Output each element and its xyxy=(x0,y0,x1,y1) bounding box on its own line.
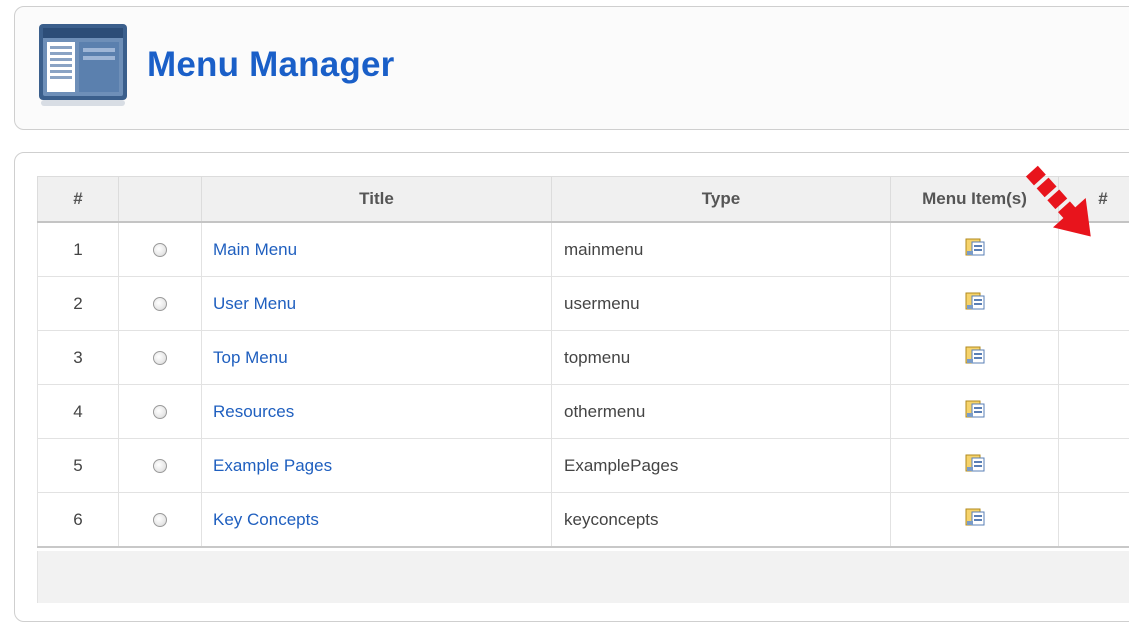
menu-type: mainmenu xyxy=(552,222,891,277)
row-extra-cell xyxy=(1059,331,1129,385)
row-select-radio[interactable] xyxy=(153,459,167,473)
row-select-radio[interactable] xyxy=(153,243,167,257)
column-header-type[interactable]: Type xyxy=(552,177,891,223)
menu-title-link[interactable]: User Menu xyxy=(213,294,296,313)
menu-type: topmenu xyxy=(552,331,891,385)
table-row: 5 Example Pages ExamplePages xyxy=(38,439,1129,493)
menu-type: keyconcepts xyxy=(552,493,891,548)
table-header-row: # Title Type Menu Item(s) # xyxy=(38,177,1129,223)
table-row: 4 Resources othermenu xyxy=(38,385,1129,439)
menu-title-link[interactable]: Top Menu xyxy=(213,348,288,367)
row-extra-cell xyxy=(1059,277,1129,331)
row-select-radio[interactable] xyxy=(153,513,167,527)
menu-title-link[interactable]: Main Menu xyxy=(213,240,297,259)
row-number: 2 xyxy=(38,277,119,331)
column-header-number[interactable]: # xyxy=(38,177,119,223)
column-header-count[interactable]: # xyxy=(1059,177,1129,223)
menu-title-link[interactable]: Example Pages xyxy=(213,456,332,475)
row-number: 3 xyxy=(38,331,119,385)
menu-title-link[interactable]: Resources xyxy=(213,402,294,421)
table-row: 3 Top Menu topmenu xyxy=(38,331,1129,385)
column-header-menu-items[interactable]: Menu Item(s) xyxy=(891,177,1059,223)
row-select-radio[interactable] xyxy=(153,405,167,419)
edit-menu-items-icon[interactable] xyxy=(964,236,986,263)
row-extra-cell xyxy=(1059,222,1129,277)
table-row: 1 Main Menu mainmenu xyxy=(38,222,1129,277)
row-select-radio[interactable] xyxy=(153,297,167,311)
menu-type: ExamplePages xyxy=(552,439,891,493)
row-extra-cell xyxy=(1059,385,1129,439)
row-extra-cell xyxy=(1059,439,1129,493)
row-extra-cell xyxy=(1059,493,1129,548)
edit-menu-items-icon[interactable] xyxy=(964,506,986,533)
edit-menu-items-icon[interactable] xyxy=(964,398,986,425)
row-number: 4 xyxy=(38,385,119,439)
table-row: 2 User Menu usermenu xyxy=(38,277,1129,331)
edit-menu-items-icon[interactable] xyxy=(964,344,986,371)
page-title: Menu Manager xyxy=(147,45,394,85)
row-select-radio[interactable] xyxy=(153,351,167,365)
row-number: 1 xyxy=(38,222,119,277)
table-footer xyxy=(37,551,1129,603)
menu-type: usermenu xyxy=(552,277,891,331)
edit-menu-items-icon[interactable] xyxy=(964,290,986,317)
menu-manager-icon xyxy=(37,22,129,108)
menu-table: # Title Type Menu Item(s) # 1 Main Menu … xyxy=(37,176,1129,548)
row-number: 5 xyxy=(38,439,119,493)
table-row: 6 Key Concepts keyconcepts xyxy=(38,493,1129,548)
edit-menu-items-icon[interactable] xyxy=(964,452,986,479)
column-header-select xyxy=(119,177,202,223)
menu-title-link[interactable]: Key Concepts xyxy=(213,510,319,529)
row-number: 6 xyxy=(38,493,119,548)
menu-type: othermenu xyxy=(552,385,891,439)
column-header-title[interactable]: Title xyxy=(202,177,552,223)
